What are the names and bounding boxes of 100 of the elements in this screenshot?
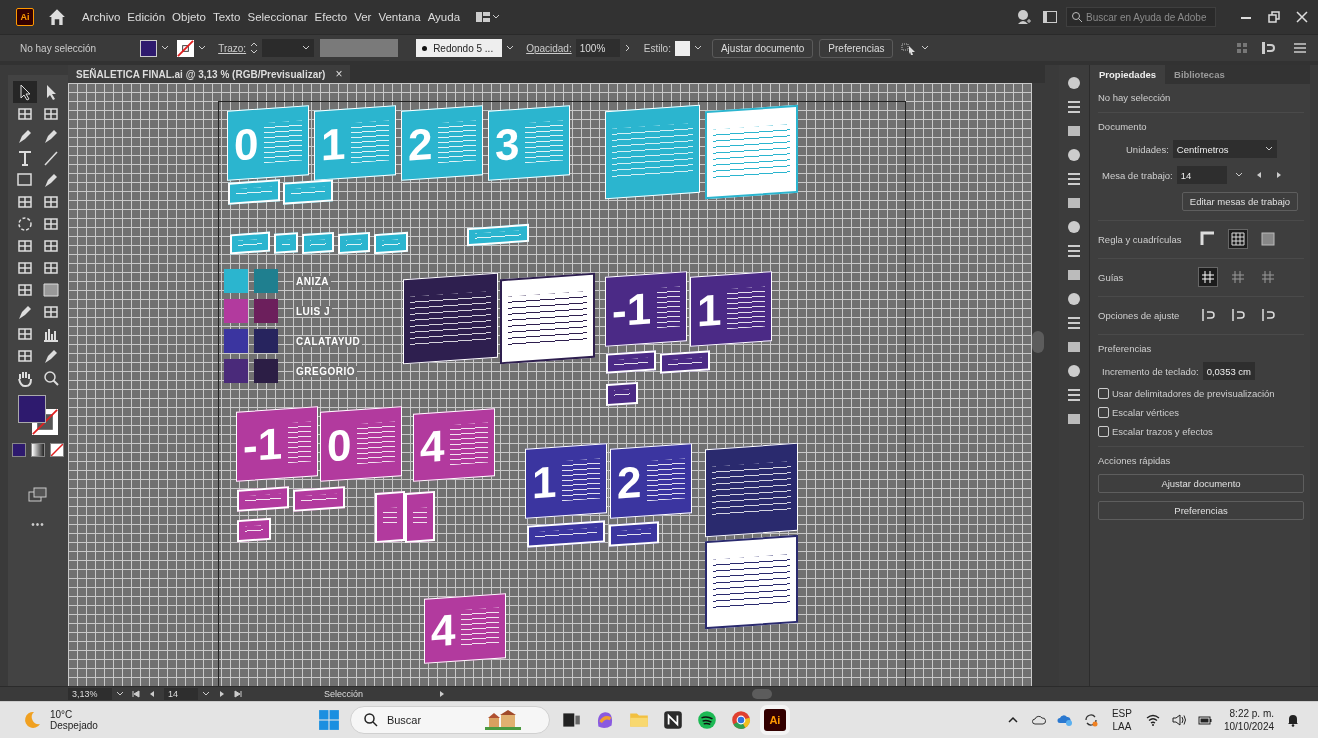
restore-icon[interactable] bbox=[1266, 9, 1282, 25]
panel-icon[interactable] bbox=[1066, 363, 1082, 379]
toolbar-button[interactable]: Ajustar documento bbox=[711, 38, 814, 58]
cloud-sync-icon[interactable] bbox=[1056, 712, 1073, 728]
floor-sign: 3 bbox=[488, 105, 570, 181]
panel-icon[interactable] bbox=[1066, 291, 1082, 307]
opacity-field[interactable]: 100% bbox=[575, 39, 620, 57]
panel-icon[interactable] bbox=[1066, 99, 1082, 115]
artboard-field[interactable]: 14 bbox=[164, 688, 198, 700]
search-icon bbox=[1071, 11, 1083, 23]
scrollbar-thumb[interactable] bbox=[752, 689, 772, 699]
swatch-label: LUIS J bbox=[294, 305, 333, 317]
section-heading: Preferencias bbox=[1098, 343, 1153, 354]
current-tool-label[interactable]: Selección bbox=[324, 689, 434, 699]
language-indicator[interactable]: ESP LAA bbox=[1111, 707, 1132, 733]
start-icon[interactable] bbox=[317, 709, 340, 731]
panel-icon[interactable] bbox=[1066, 387, 1082, 403]
toolbar-button[interactable]: Preferencias bbox=[819, 38, 894, 58]
none-mode-swatch[interactable] bbox=[50, 443, 64, 457]
fill-color-swatch[interactable] bbox=[18, 395, 46, 423]
zoom-field[interactable]: 3,13% bbox=[68, 688, 112, 700]
keyboard-increment-field[interactable]: 0,0353 cm bbox=[1202, 362, 1256, 380]
search-icon bbox=[362, 712, 379, 728]
spotify-icon[interactable] bbox=[695, 709, 718, 731]
checkbox[interactable] bbox=[1098, 388, 1109, 399]
panel-layout-icon[interactable] bbox=[1042, 9, 1058, 25]
home-icon[interactable] bbox=[48, 8, 66, 26]
notion-icon[interactable] bbox=[661, 709, 684, 731]
style-swatch[interactable] bbox=[674, 40, 690, 56]
panel-tab[interactable]: Propiedades bbox=[1090, 65, 1166, 84]
artboard-field[interactable]: 14 bbox=[1176, 166, 1227, 184]
checkbox[interactable] bbox=[1098, 426, 1109, 437]
village-drawing bbox=[484, 710, 521, 730]
snap-icon[interactable] bbox=[1260, 40, 1276, 56]
menu-item[interactable]: Efecto bbox=[314, 11, 348, 23]
grid-icon[interactable] bbox=[1228, 229, 1248, 249]
user-add-icon[interactable] bbox=[1016, 9, 1032, 25]
more-tools-button[interactable]: ••• bbox=[31, 519, 45, 530]
menu-icon[interactable] bbox=[1292, 40, 1308, 56]
panel-icon[interactable] bbox=[1066, 75, 1082, 91]
edit-artboards-button[interactable]: Editar mesas de trabajo bbox=[1182, 192, 1298, 211]
floor-sign: 0 bbox=[227, 105, 309, 181]
units-dropdown[interactable]: Centímetros bbox=[1172, 140, 1277, 158]
wifi-icon[interactable] bbox=[1144, 712, 1161, 728]
floor-sign: 2 bbox=[610, 443, 692, 519]
align-icon[interactable] bbox=[1234, 40, 1250, 56]
document-tab[interactable]: SEÑALETICA FINAL.ai @ 3,13 % (RGB/Previsualizar) × bbox=[68, 65, 351, 83]
quick-action-button[interactable]: Preferencias bbox=[1098, 501, 1304, 520]
app-logo[interactable]: Ai bbox=[16, 8, 34, 26]
quick-action-button[interactable]: Ajustar documento bbox=[1098, 474, 1304, 493]
screen-mode-icon[interactable] bbox=[28, 487, 48, 503]
swatch-label: CALATAYUD bbox=[294, 335, 363, 347]
menu-item[interactable]: Seleccionar bbox=[247, 11, 308, 23]
pixel-grid-icon[interactable] bbox=[1258, 229, 1278, 249]
sync-icon[interactable] bbox=[1082, 712, 1099, 728]
panel-tab[interactable]: Bibliotecas bbox=[1165, 65, 1234, 84]
fill-swatch[interactable] bbox=[140, 39, 158, 57]
floor-sign: 1 bbox=[314, 105, 396, 181]
checkbox[interactable] bbox=[1098, 407, 1109, 418]
opacity-label[interactable]: Opacidad: bbox=[526, 42, 572, 54]
panel-icon[interactable] bbox=[1066, 147, 1082, 163]
gradient-mode-swatch[interactable] bbox=[31, 443, 45, 457]
panel-icon[interactable] bbox=[1066, 267, 1082, 283]
help-search-field[interactable]: Buscar en Ayuda de Adobe bbox=[1066, 7, 1216, 27]
chrome-icon[interactable] bbox=[729, 709, 752, 731]
menu-item[interactable]: Objeto bbox=[172, 11, 206, 23]
spinner-icon[interactable] bbox=[249, 40, 260, 56]
clock[interactable]: 8:22 p. m. 10/10/2024 bbox=[1223, 707, 1274, 733]
first-icon[interactable] bbox=[131, 689, 141, 699]
section-heading: Opciones de ajuste bbox=[1098, 309, 1181, 321]
menu-item[interactable]: Edición bbox=[127, 11, 166, 23]
floor-sign: 4 bbox=[413, 408, 495, 482]
scrollbar-thumb[interactable] bbox=[1032, 331, 1044, 353]
guides-icon[interactable] bbox=[1198, 267, 1218, 287]
menu-item[interactable]: Texto bbox=[212, 11, 241, 23]
panel-icon[interactable] bbox=[1066, 243, 1082, 259]
menu-item[interactable]: Ver bbox=[354, 11, 372, 23]
panel-icon[interactable] bbox=[1066, 411, 1082, 427]
taskbar-search-field[interactable]: Buscar bbox=[349, 706, 550, 734]
panel-icon[interactable] bbox=[1066, 219, 1082, 235]
panel-icon[interactable] bbox=[1066, 195, 1082, 211]
volume-icon[interactable] bbox=[1170, 712, 1187, 728]
stroke-label[interactable]: Trazo: bbox=[218, 42, 247, 54]
selection-status: No hay selección bbox=[20, 42, 97, 54]
workspace-icon[interactable] bbox=[475, 11, 502, 23]
panel-icon[interactable] bbox=[1066, 171, 1082, 187]
floor-sign: -1 bbox=[605, 271, 687, 347]
brush-dropdown[interactable]: Redondo 5 ... bbox=[416, 39, 503, 57]
stroke-none-swatch[interactable] bbox=[177, 39, 195, 57]
menu-item[interactable]: Ventana bbox=[378, 11, 421, 23]
close-icon[interactable] bbox=[1294, 9, 1310, 25]
select-similar-icon[interactable] bbox=[901, 40, 918, 56]
panel-icon[interactable] bbox=[1066, 339, 1082, 355]
menu-item[interactable]: Ayuda bbox=[427, 11, 461, 23]
panel-icon[interactable] bbox=[1066, 315, 1082, 331]
panel-icon[interactable] bbox=[1066, 123, 1082, 139]
last-icon[interactable] bbox=[233, 689, 243, 699]
menu-item[interactable]: Archivo bbox=[82, 11, 121, 23]
search-input[interactable]: Buscar bbox=[386, 714, 477, 726]
color-mode-swatch[interactable] bbox=[12, 443, 26, 457]
